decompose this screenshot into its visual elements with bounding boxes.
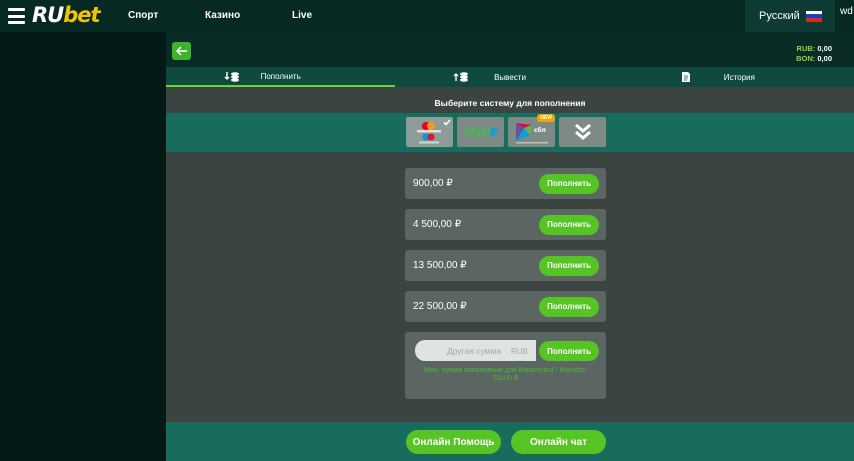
- nav-casino[interactable]: Казино: [205, 10, 240, 21]
- tab-history-label: История: [723, 72, 755, 82]
- method-sbp[interactable]: сбп NEW: [508, 114, 555, 147]
- withdraw-coins-icon: [453, 72, 469, 82]
- amount-option: 22 500,00 ₽ Пополнить: [405, 291, 606, 322]
- amount-option: 900,00 ₽ Пополнить: [405, 168, 606, 199]
- cashier-tabs: Пополнить Вывести История: [166, 67, 854, 87]
- amount-value: 13 500,00 ₽: [413, 260, 467, 271]
- deposit-button[interactable]: Пополнить: [539, 214, 599, 235]
- min-amount-hint: Мин. сумма пополнения для Mastercard / M…: [424, 367, 587, 382]
- new-badge: NEW: [537, 114, 555, 122]
- arrow-left-icon: [175, 46, 187, 56]
- method-mir[interactable]: МИР: [457, 117, 504, 147]
- amount-value: 22 500,00 ₽: [413, 301, 467, 312]
- deposit-button[interactable]: Пополнить: [539, 173, 599, 194]
- amount-option: 13 500,00 ₽ Пополнить: [405, 250, 606, 281]
- double-chevron-down-icon: [574, 123, 591, 140]
- back-button[interactable]: [172, 42, 191, 60]
- method-mastercard-maestro[interactable]: [406, 117, 453, 147]
- top-bar: RUbet Спорт Казино Live Русский wd: [0, 0, 854, 32]
- sidebar: [0, 32, 166, 461]
- payment-system-title: Выберите систему для пополнения: [434, 98, 586, 108]
- cashier-panel: Пополнить Вывести История Выберите систе…: [166, 67, 854, 461]
- tab-deposit[interactable]: Пополнить: [166, 67, 396, 87]
- language-label: Русский: [759, 10, 800, 22]
- user-name[interactable]: wd: [840, 6, 853, 17]
- amount-option: 4 500,00 ₽ Пополнить: [405, 209, 606, 240]
- custom-deposit-button[interactable]: Пополнить: [539, 341, 599, 361]
- nav-live[interactable]: Live: [292, 10, 312, 21]
- tab-history[interactable]: История: [625, 67, 854, 87]
- rub-label: RUB:: [796, 44, 816, 53]
- deposit-coins-icon: [224, 72, 239, 82]
- payment-methods: МИР сбп NEW: [166, 113, 854, 152]
- tab-withdraw-label: Вывести: [494, 72, 526, 82]
- russia-flag-icon: [805, 10, 822, 22]
- deposit-button[interactable]: Пополнить: [539, 296, 599, 317]
- custom-amount-box: RUB Пополнить Мин. сумма пополнения для …: [405, 332, 606, 399]
- bon-label: BON:: [796, 54, 816, 63]
- checkmark-icon: [443, 119, 451, 126]
- sbp-logo-icon: сбп: [515, 123, 548, 144]
- more-methods-button[interactable]: [559, 117, 606, 147]
- rub-value: 0,00: [817, 44, 832, 53]
- tab-withdraw[interactable]: Вывести: [395, 67, 624, 87]
- support-strip: Онлайн Помощь Онлайн чат: [166, 422, 854, 461]
- amount-value: 900,00 ₽: [413, 178, 453, 189]
- online-chat-button[interactable]: Онлайн чат: [511, 430, 606, 454]
- logo[interactable]: RUbet: [32, 3, 101, 27]
- mir-logo-icon: МИР: [464, 126, 498, 139]
- deposit-button[interactable]: Пополнить: [539, 255, 599, 276]
- tab-deposit-label: Пополнить: [260, 71, 301, 81]
- online-help-button[interactable]: Онлайн Помощь: [406, 430, 501, 454]
- currency-suffix: RUB: [511, 347, 528, 356]
- language-selector[interactable]: Русский: [745, 0, 835, 32]
- bon-value: 0,00: [817, 54, 832, 63]
- svg-text:сбп: сбп: [534, 127, 546, 134]
- document-icon: [681, 72, 690, 82]
- nav-sport[interactable]: Спорт: [128, 10, 158, 21]
- menu-icon[interactable]: [8, 8, 25, 24]
- balance-info: RUB: 0,00 BON: 0,00: [796, 44, 832, 64]
- amount-value: 4 500,00 ₽: [413, 219, 462, 230]
